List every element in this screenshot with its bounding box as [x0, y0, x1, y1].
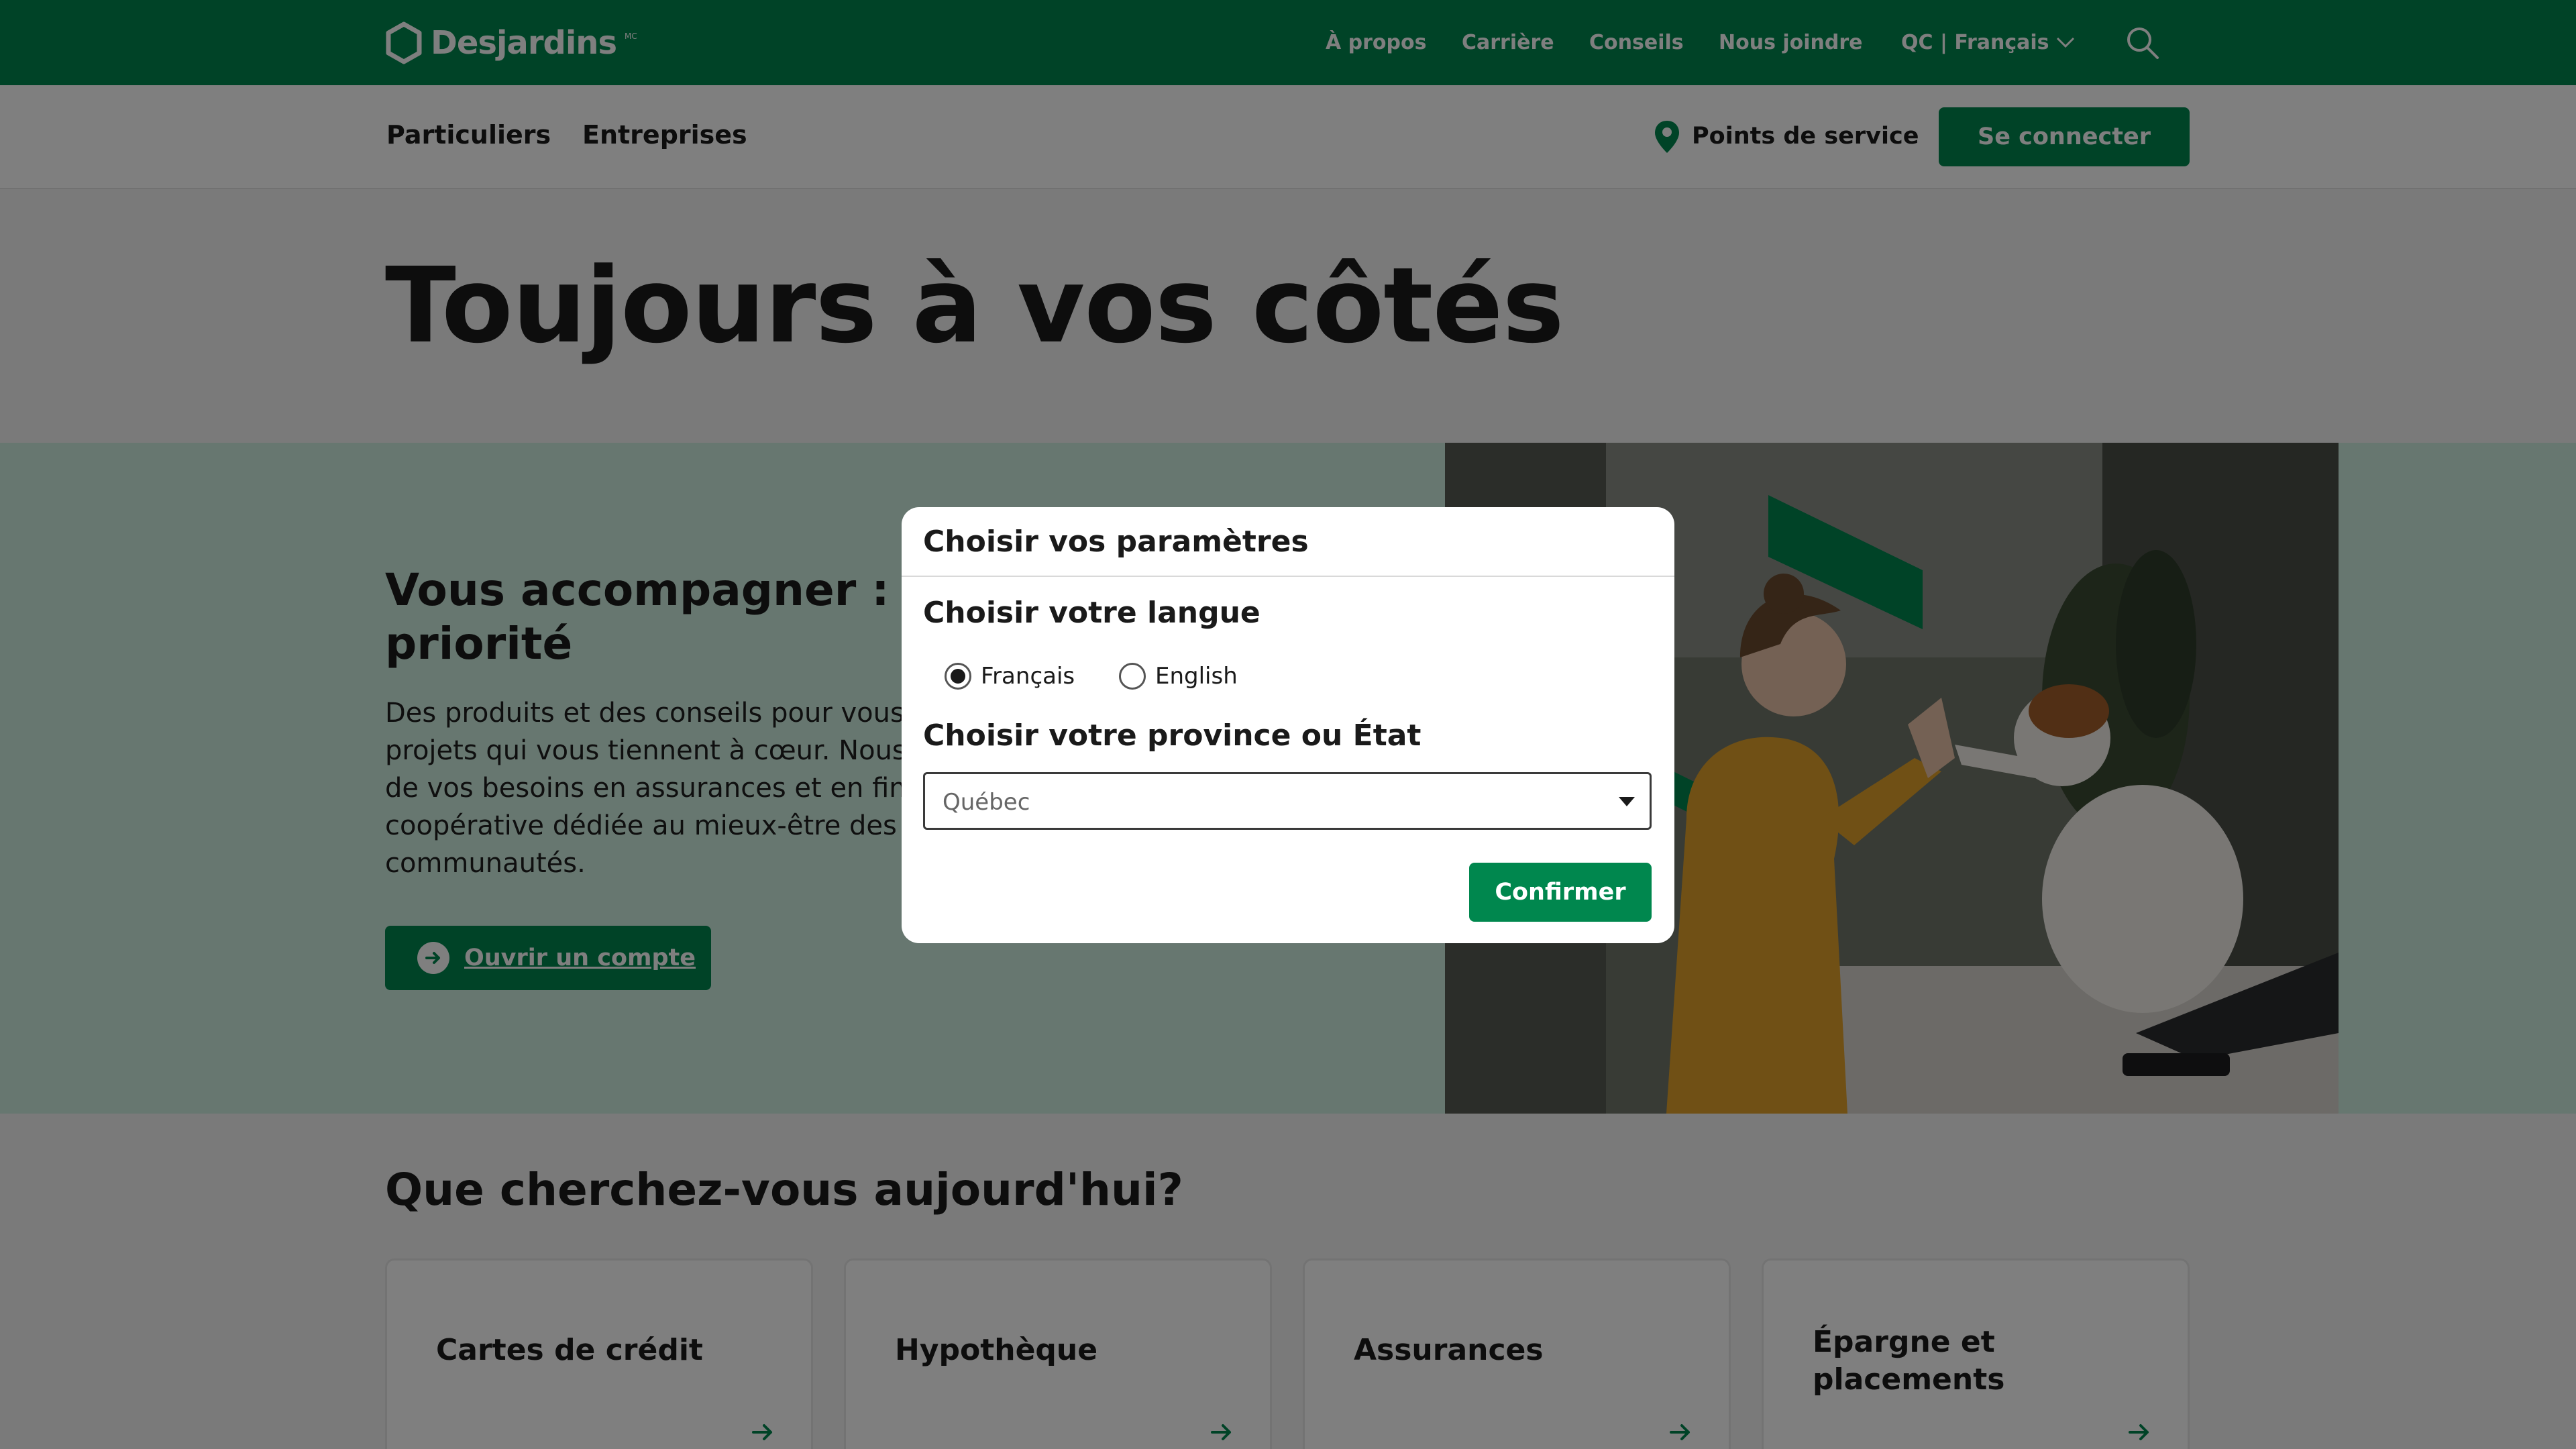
province-select-value: Québec [943, 789, 1030, 816]
radio-francais[interactable]: Français [945, 663, 1075, 690]
caret-down-icon [1619, 797, 1635, 806]
modal-header: Choisir vos paramètres [902, 507, 1674, 577]
radio-unchecked-icon[interactable] [1119, 663, 1146, 690]
settings-modal: Choisir vos paramètres Choisir votre lan… [902, 507, 1674, 943]
radio-english[interactable]: English [1119, 663, 1238, 690]
language-title: Choisir votre langue [923, 596, 1260, 630]
radio-label: Français [981, 663, 1075, 690]
radio-checked-icon[interactable] [945, 663, 971, 690]
province-title: Choisir votre province ou État [923, 718, 1421, 753]
modal-title: Choisir vos paramètres [923, 525, 1309, 559]
radio-label: English [1155, 663, 1238, 690]
province-select[interactable]: Québec [923, 772, 1652, 830]
confirm-button[interactable]: Confirmer [1469, 863, 1652, 922]
